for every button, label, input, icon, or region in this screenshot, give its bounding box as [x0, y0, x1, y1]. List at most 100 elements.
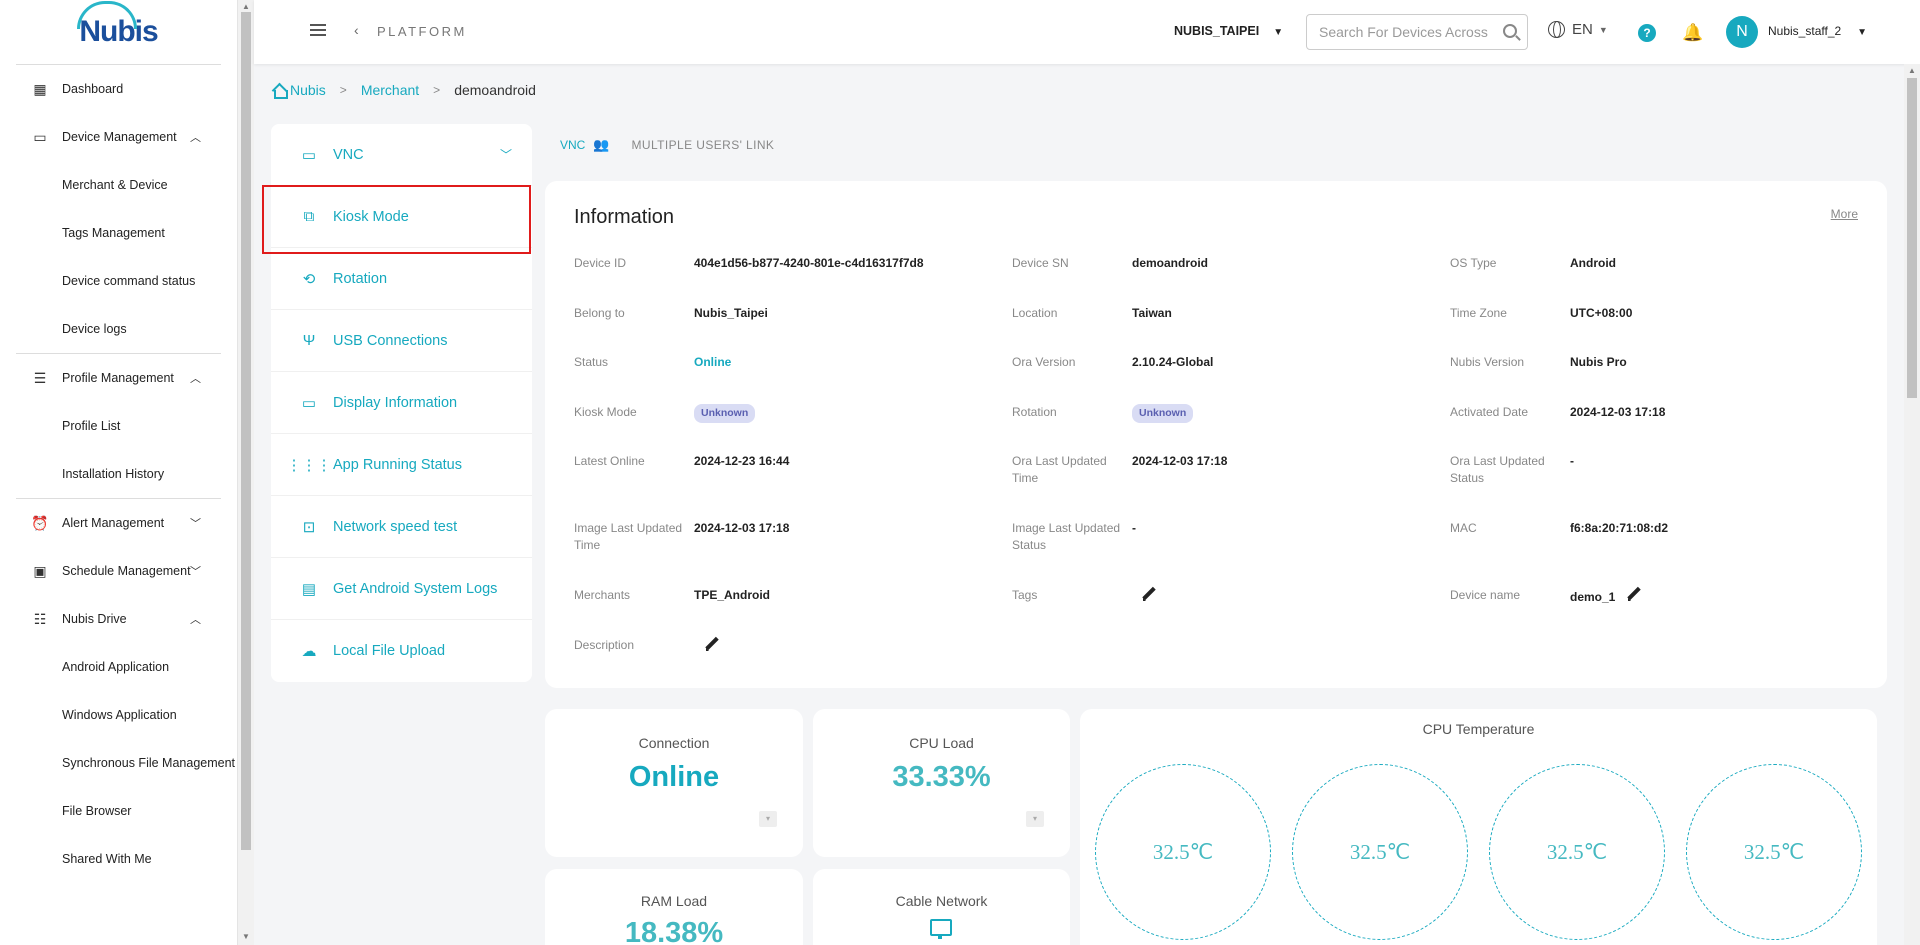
- action-display-information[interactable]: ▭ Display Information: [271, 372, 532, 434]
- action-vnc[interactable]: ▭ VNC ﹀: [271, 124, 532, 186]
- devices-icon: ▭: [33, 128, 47, 145]
- user-name: Nubis_staff_2: [1768, 24, 1842, 38]
- cpu-load-title: CPU Load: [909, 735, 974, 751]
- action-label: Kiosk Mode: [333, 208, 409, 225]
- sidebar-subitem-device-logs[interactable]: Device logs: [0, 305, 237, 353]
- connection-expand-chevron-icon[interactable]: ▾: [759, 811, 777, 827]
- sidebar-item-alert-management[interactable]: ⏰ Alert Management ﹀: [0, 499, 237, 547]
- field-value: f6:8a:20:71:08:d2: [1570, 521, 1669, 535]
- sidebar-subitem-merchant-device[interactable]: Merchant & Device: [0, 161, 237, 209]
- apps-grid-icon: ⋮⋮⋮: [286, 456, 332, 474]
- more-link[interactable]: More: [1831, 207, 1858, 221]
- tab-vnc[interactable]: VNC: [560, 138, 585, 152]
- breadcrumb-merchant[interactable]: Merchant: [361, 82, 419, 98]
- merchant-selector[interactable]: NUBIS_TAIPEI ▼: [1174, 24, 1283, 38]
- network-monitor-icon: [929, 919, 954, 939]
- cloud-icon: [77, 1, 138, 29]
- sidebar-subitem-label: Shared With Me: [62, 852, 152, 866]
- avatar[interactable]: N: [1726, 16, 1758, 48]
- status-value: Online: [694, 355, 732, 369]
- cpu-load-expand-chevron-icon[interactable]: ▾: [1026, 811, 1044, 827]
- breadcrumb-separator-icon: >: [433, 83, 441, 97]
- action-app-running-status[interactable]: ⋮⋮⋮ App Running Status: [271, 434, 532, 496]
- language-selector[interactable]: EN ▼: [1548, 21, 1608, 38]
- field-value: 2024-12-03 17:18: [1132, 454, 1228, 468]
- sidebar-subitem-synchronous-file-management[interactable]: Synchronous File Management: [0, 739, 237, 787]
- ram-load-title: RAM Load: [640, 893, 708, 909]
- field-value: Nubis Pro: [1570, 355, 1627, 369]
- monitor-icon: ▭: [301, 394, 317, 412]
- sidebar-subitem-device-command-status[interactable]: Device command status: [0, 257, 237, 305]
- cpu-temp-gauge-2: 32.5℃: [1292, 764, 1468, 940]
- sidebar-scrollbar[interactable]: ▲ ▼: [238, 0, 254, 945]
- sidebar-item-device-management[interactable]: ▭ Device Management ︿: [0, 113, 237, 161]
- search-icon[interactable]: [1503, 24, 1517, 38]
- field-value: 2024-12-23 16:44: [694, 454, 790, 468]
- action-label: Display Information: [333, 394, 458, 411]
- breadcrumb-nubis[interactable]: Nubis: [290, 82, 326, 98]
- action-local-file-upload[interactable]: ☁ Local File Upload: [271, 620, 532, 682]
- sidebar-subitem-tags-management[interactable]: Tags Management: [0, 209, 237, 257]
- sidebar-scroll-thumb[interactable]: [241, 12, 251, 850]
- scroll-down-arrow-icon[interactable]: ▼: [242, 932, 250, 941]
- field-label: Device name: [1450, 588, 1521, 602]
- action-label: Network speed test: [333, 518, 458, 535]
- field-label: Kiosk Mode: [574, 405, 637, 419]
- field-label: OS Type: [1450, 256, 1497, 270]
- field-label: Latest Online: [574, 454, 645, 468]
- profile-icon: ☰: [33, 369, 47, 386]
- edit-device-name-pencil-icon[interactable]: [1627, 587, 1641, 601]
- device-actions-menu: ▭ VNC ﹀ ⧉ Kiosk Mode ⟲ Rotation Ψ USB Co…: [271, 124, 532, 682]
- nubis-logo[interactable]: Nubis: [0, 0, 237, 64]
- sidebar-item-schedule-management[interactable]: ▣ Schedule Management ﹀: [0, 547, 237, 595]
- field-label: Image Last Updated Time: [574, 521, 683, 552]
- rotation-status-badge: Unknown: [1132, 404, 1194, 423]
- edit-tags-pencil-icon[interactable]: [1142, 587, 1156, 601]
- field-value: -: [1570, 454, 1574, 468]
- action-usb-connections[interactable]: Ψ USB Connections: [271, 310, 532, 372]
- action-label: Rotation: [333, 270, 388, 287]
- action-label: USB Connections: [333, 332, 448, 349]
- action-network-speed-test[interactable]: ⊡ Network speed test: [271, 496, 532, 558]
- sidebar-item-nubis-drive[interactable]: ☷ Nubis Drive ︿: [0, 595, 237, 643]
- scroll-up-arrow-icon[interactable]: ▲: [242, 2, 250, 11]
- action-get-android-system-logs[interactable]: ▤ Get Android System Logs: [271, 558, 532, 620]
- home-icon[interactable]: [272, 84, 288, 99]
- tab-multiple-users-link[interactable]: MULTIPLE USERS' LINK: [632, 138, 775, 152]
- rotation-icon: ⟲: [302, 270, 316, 288]
- sidebar-item-label: Device Management: [62, 130, 177, 144]
- cloud-upload-icon: ☁: [301, 643, 317, 660]
- sidebar-item-dashboard[interactable]: ▦ Dashboard: [0, 65, 237, 113]
- help-icon[interactable]: ?: [1638, 24, 1656, 42]
- sidebar-subitem-label: Installation History: [62, 467, 165, 481]
- chevron-left-icon[interactable]: ‹: [354, 22, 359, 38]
- sidebar-item-label: Dashboard: [62, 82, 124, 96]
- information-title: Information: [574, 206, 675, 228]
- dashboard-icon: ▦: [33, 80, 47, 97]
- bell-icon[interactable]: 🔔: [1682, 23, 1703, 43]
- scroll-up-arrow-icon[interactable]: ▲: [1908, 66, 1916, 75]
- sidebar-subitem-file-browser[interactable]: File Browser: [0, 787, 237, 835]
- sidebar-subitem-profile-list[interactable]: Profile List: [0, 402, 237, 450]
- edit-description-pencil-icon[interactable]: [705, 637, 719, 651]
- breadcrumb-separator-icon: >: [339, 83, 347, 97]
- language-label: EN: [1572, 21, 1593, 38]
- sidebar-item-label: Alert Management: [62, 516, 165, 530]
- sidebar-subitem-shared-with-me[interactable]: Shared With Me: [0, 835, 237, 883]
- main-scroll-thumb[interactable]: [1907, 78, 1917, 398]
- chevron-down-icon: ﹀: [190, 566, 201, 578]
- add-users-icon[interactable]: 👥: [593, 137, 609, 153]
- main-scrollbar[interactable]: ▲: [1904, 64, 1920, 945]
- action-kiosk-mode[interactable]: ⧉ Kiosk Mode: [271, 186, 532, 248]
- field-label: Tags: [1012, 588, 1038, 602]
- user-menu[interactable]: Nubis_staff_2 ▼: [1768, 24, 1867, 38]
- field-label: Description: [574, 638, 635, 652]
- sidebar-subitem-android-application[interactable]: Android Application: [0, 643, 237, 691]
- sidebar-subitem-windows-application[interactable]: Windows Application: [0, 691, 237, 739]
- search-input[interactable]: [1319, 24, 1489, 40]
- field-label: Status: [574, 355, 609, 369]
- sidebar-subitem-installation-history[interactable]: Installation History: [0, 450, 237, 498]
- action-rotation[interactable]: ⟲ Rotation: [271, 248, 532, 310]
- hamburger-menu-icon[interactable]: [310, 24, 326, 36]
- sidebar-item-profile-management[interactable]: ☰ Profile Management ︿: [0, 354, 237, 402]
